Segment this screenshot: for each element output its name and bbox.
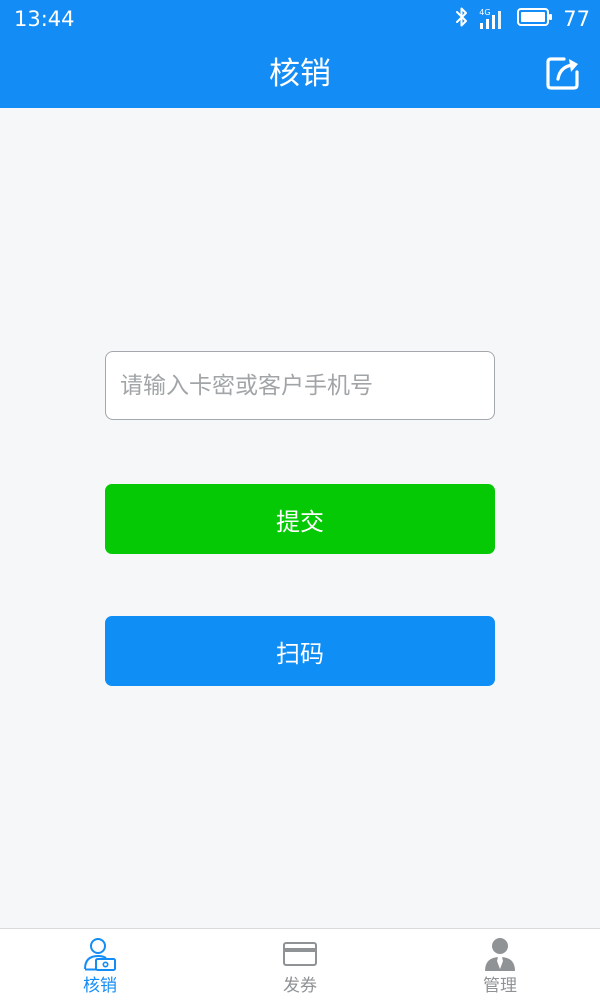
main-content: 提交 扫码 [0,108,600,928]
card-icon [282,936,318,972]
nav-label-manage: 管理 [483,976,517,996]
page-title: 核销 [269,56,331,92]
status-time: 13:44 [14,7,75,31]
scan-button[interactable]: 扫码 [105,616,495,686]
battery-icon [517,7,553,31]
nav-item-coupon[interactable]: 发券 [200,929,400,1001]
nav-label-verify: 核销 [83,976,117,996]
code-input[interactable] [105,351,495,420]
share-icon [544,54,582,96]
status-bar: 13:44 4G 77 [0,0,600,38]
nav-item-verify[interactable]: 核销 [0,929,200,1001]
submit-button[interactable]: 提交 [105,484,495,554]
nav-label-coupon: 发券 [283,976,317,996]
app-header: 13:44 4G 77 核销 [0,0,600,108]
manager-icon [482,936,518,972]
status-icons: 4G 77 [455,7,590,31]
signal-icon: 4G [479,8,507,30]
bluetooth-icon [455,6,469,32]
share-button[interactable] [544,56,582,94]
nav-item-manage[interactable]: 管理 [400,929,600,1001]
battery-level: 77 [563,7,590,31]
verify-user-icon [82,936,118,972]
bottom-nav: 核销 发券 管理 [0,928,600,1001]
